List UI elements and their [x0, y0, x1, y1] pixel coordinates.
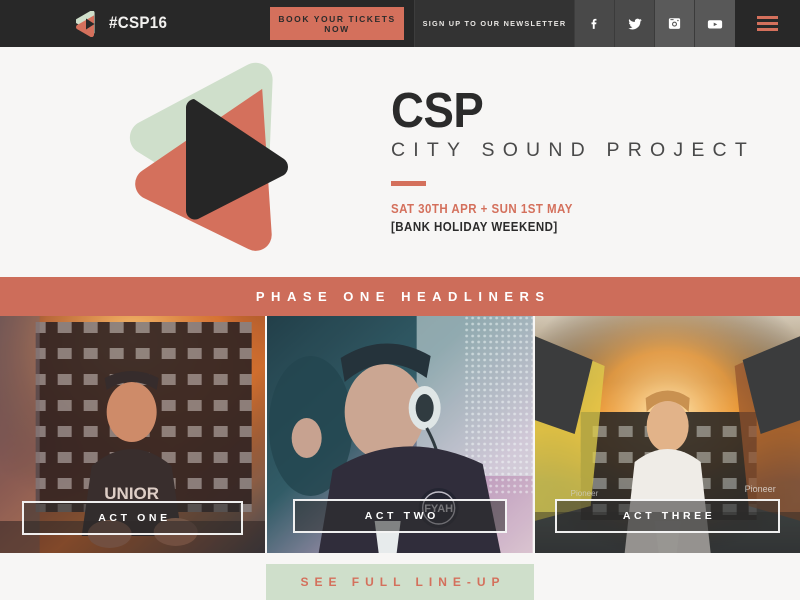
- hamburger-bar: [757, 16, 778, 19]
- act-two-label: ACT TWO: [293, 499, 507, 533]
- hero-section: CSP CITY SOUND PROJECT SAT 30TH APR + SU…: [0, 47, 800, 277]
- hamburger-menu-icon[interactable]: [735, 0, 800, 47]
- brand-logo[interactable]: #CSP16: [0, 0, 182, 47]
- act-card-one[interactable]: UNIOR ACT ONE: [0, 316, 266, 553]
- act-card-two[interactable]: FYAH ACT TWO: [267, 316, 533, 553]
- hero-copy: CSP CITY SOUND PROJECT SAT 30TH APR + SU…: [391, 85, 755, 234]
- phase-one-headliners-banner: PHASE ONE HEADLINERS: [0, 277, 800, 316]
- act-one-label: ACT ONE: [22, 501, 244, 535]
- social-links: [575, 0, 735, 47]
- twitter-icon[interactable]: [615, 0, 655, 47]
- page-title: CSP: [391, 84, 484, 138]
- see-full-lineup-button[interactable]: SEE FULL LINE-UP: [266, 564, 534, 600]
- youtube-icon[interactable]: [695, 0, 735, 47]
- book-tickets-button[interactable]: BOOK YOUR TICKETS NOW: [270, 7, 404, 40]
- brand-label: #CSP16: [109, 14, 168, 32]
- act-card-three[interactable]: Pioneer Pioneer ACT THREE: [534, 316, 800, 553]
- event-note: [BANK HOLIDAY WEEKEND]: [391, 220, 558, 234]
- hamburger-bar: [757, 28, 778, 31]
- hero-divider: [391, 181, 426, 186]
- headliner-cards: UNIOR ACT ONE ACT TWO Pioneer Pioneer AC…: [0, 316, 800, 553]
- top-navigation-bar: #CSP16 BOOK YOUR TICKETS NOW SIGN UP TO …: [0, 0, 800, 47]
- event-date: SAT 30TH APR + SUN 1ST MAY: [391, 202, 573, 216]
- csp-play-triangle-logo-icon: [128, 59, 328, 259]
- page-root: #CSP16 BOOK YOUR TICKETS NOW SIGN UP TO …: [0, 0, 800, 600]
- csp-play-logo-icon: [76, 10, 102, 37]
- hero-subtitle: CITY SOUND PROJECT: [391, 139, 755, 161]
- instagram-icon[interactable]: [655, 0, 695, 47]
- act-three-label: ACT THREE: [554, 499, 780, 533]
- hamburger-bar: [757, 22, 778, 25]
- newsletter-signup-link[interactable]: SIGN UP TO OUR NEWSLETTER: [414, 0, 575, 47]
- facebook-icon[interactable]: [575, 0, 615, 47]
